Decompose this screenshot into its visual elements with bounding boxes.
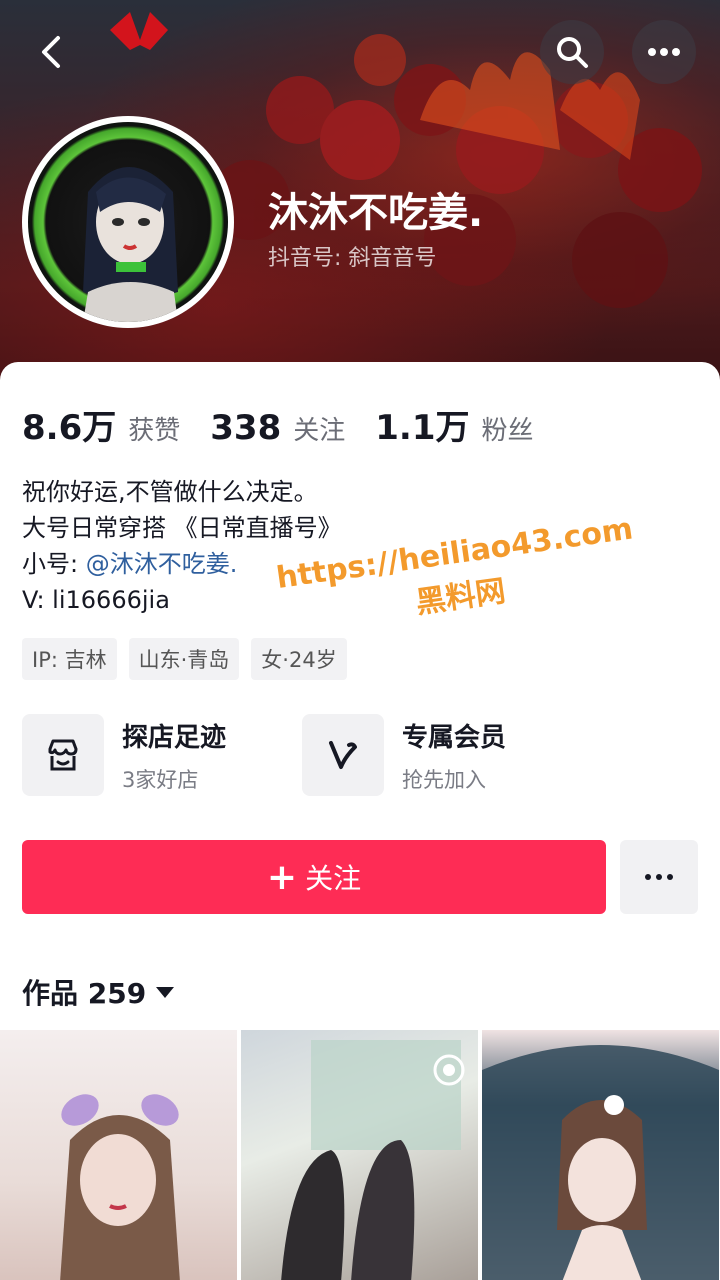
search-button[interactable] xyxy=(540,20,604,84)
butterfly-icon xyxy=(110,12,168,50)
chevron-left-icon xyxy=(42,36,60,68)
mention-link[interactable]: @沐沐不吃姜. xyxy=(86,550,238,578)
stat-followers-value: 1.1万 xyxy=(375,408,470,448)
tag-gender-age: 女·24岁 xyxy=(251,638,347,680)
stat-followers-label: 粉丝 xyxy=(481,416,534,446)
more-dots-icon xyxy=(648,48,680,56)
stats-row: 8.6万 获赞 338 关注 1.1万 粉丝 xyxy=(22,400,564,449)
stat-likes-label: 获赞 xyxy=(128,416,181,446)
follow-button[interactable]: + 关注 xyxy=(22,840,606,914)
feature-membership-title: 专属会员 xyxy=(402,722,507,753)
follow-button-label: 关注 xyxy=(305,862,362,895)
stat-likes[interactable]: 8.6万 获赞 xyxy=(22,400,180,449)
video-thumbnail[interactable] xyxy=(0,1030,237,1280)
avatar[interactable] xyxy=(22,116,234,328)
stat-following-label: 关注 xyxy=(293,416,346,446)
profile-nickname: 沐沐不吃姜. xyxy=(268,190,484,236)
bio-line-3-prefix: 小号: xyxy=(22,550,86,578)
feature-store-subtitle: 3家好店 xyxy=(122,767,199,792)
douyin-id: 抖音号: 斜音音号 xyxy=(268,246,437,271)
works-tab-label: 作品 259 xyxy=(22,977,147,1010)
video-thumbnail[interactable] xyxy=(482,1030,719,1280)
stat-followers[interactable]: 1.1万 粉丝 xyxy=(375,400,533,449)
bio-line-1: 祝你好运,不管做什么决定。 xyxy=(22,478,318,506)
more-options-button[interactable] xyxy=(632,20,696,84)
feature-membership[interactable]: 专属会员 抢先加入 xyxy=(302,714,506,796)
tag-location: 山东·青岛 xyxy=(128,638,240,680)
store-icon xyxy=(22,714,104,796)
bio-line-2: 大号日常穿搭 《日常直播号》 xyxy=(22,514,342,542)
feature-store-visits[interactable]: 探店足迹 3家好店 xyxy=(22,714,226,796)
more-actions-button[interactable] xyxy=(620,840,698,914)
works-grid xyxy=(0,1030,720,1280)
stat-following[interactable]: 338 关注 xyxy=(210,408,345,448)
back-button[interactable] xyxy=(20,20,84,84)
search-icon xyxy=(557,37,588,68)
profile-card: 8.6万 获赞 338 关注 1.1万 粉丝 祝你好运,不管做什么决定。 大号日… xyxy=(0,362,720,1280)
tag-ip: IP: 吉林 xyxy=(22,638,117,680)
caret-down-icon xyxy=(156,986,175,998)
avatar-image xyxy=(28,122,228,322)
video-thumbnail[interactable] xyxy=(241,1030,478,1280)
feature-store-title: 探店足迹 xyxy=(122,722,227,753)
works-tab[interactable]: 作品 259 xyxy=(22,972,175,1012)
vip-v-icon xyxy=(302,714,384,796)
feature-membership-subtitle: 抢先加入 xyxy=(402,767,486,792)
stat-following-value: 338 xyxy=(210,408,282,448)
profile-cover: 沐沐不吃姜. 抖音号: 斜音音号 xyxy=(0,0,720,380)
tags-row: IP: 吉林 山东·青岛 女·24岁 xyxy=(22,638,347,680)
plus-icon: + xyxy=(266,856,298,898)
stat-likes-value: 8.6万 xyxy=(22,408,117,448)
more-dots-icon xyxy=(645,874,673,880)
